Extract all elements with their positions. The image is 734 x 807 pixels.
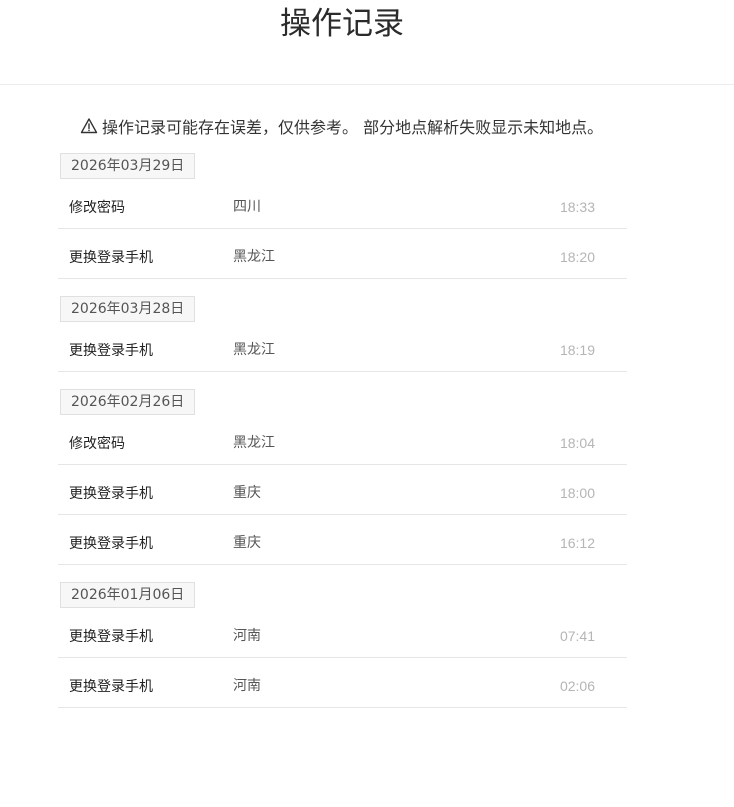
record-action: 更换登录手机 bbox=[69, 250, 153, 266]
record-row: 修改密码 黑龙江 18:04 bbox=[58, 415, 627, 465]
record-row: 更换登录手机 重庆 16:12 bbox=[58, 515, 627, 565]
record-location: 河南 bbox=[233, 678, 261, 694]
page-title: 操作记录 bbox=[280, 6, 404, 42]
date-group: 2026年02月26日 修改密码 黑龙江 18:04 更换登录手机 重庆 18:… bbox=[58, 389, 627, 565]
record-row: 更换登录手机 黑龙江 18:19 bbox=[58, 322, 627, 372]
date-badge: 2026年03月28日 bbox=[60, 296, 196, 322]
record-row: 更换登录手机 黑龙江 18:20 bbox=[58, 229, 627, 279]
record-action: 更换登录手机 bbox=[69, 486, 153, 502]
record-action: 更换登录手机 bbox=[69, 679, 153, 695]
date-group: 2026年03月28日 更换登录手机 黑龙江 18:19 bbox=[58, 296, 627, 372]
record-row: 修改密码 四川 18:33 bbox=[58, 179, 627, 229]
header-divider bbox=[0, 84, 734, 85]
date-group: 2026年03月29日 修改密码 四川 18:33 更换登录手机 黑龙江 18:… bbox=[58, 153, 627, 279]
notice-banner: 操作记录可能存在误差，仅供参考。 部分地点解析失败显示未知地点。 bbox=[80, 114, 603, 138]
warning-icon bbox=[80, 118, 98, 134]
record-row: 更换登录手机 重庆 18:00 bbox=[58, 465, 627, 515]
record-location: 黑龙江 bbox=[233, 342, 275, 358]
record-action: 更换登录手机 bbox=[69, 629, 153, 645]
record-location: 重庆 bbox=[233, 485, 261, 501]
record-time: 16:12 bbox=[559, 535, 595, 551]
notice-text: 操作记录可能存在误差，仅供参考。 部分地点解析失败显示未知地点。 bbox=[102, 118, 604, 137]
record-time: 02:06 bbox=[559, 678, 595, 694]
record-action: 修改密码 bbox=[69, 436, 125, 452]
record-time: 18:04 bbox=[559, 435, 595, 451]
record-row: 更换登录手机 河南 02:06 bbox=[58, 658, 627, 708]
date-badge: 2026年03月29日 bbox=[60, 153, 196, 179]
date-badge: 2026年02月26日 bbox=[60, 389, 196, 415]
record-action: 修改密码 bbox=[69, 200, 125, 216]
record-time: 18:00 bbox=[559, 485, 595, 501]
record-row: 更换登录手机 河南 07:41 bbox=[58, 608, 627, 658]
record-time: 18:19 bbox=[559, 342, 595, 358]
record-time: 18:33 bbox=[559, 199, 595, 215]
record-action: 更换登录手机 bbox=[69, 536, 153, 552]
record-time: 18:20 bbox=[559, 249, 595, 265]
record-time: 07:41 bbox=[559, 628, 595, 644]
record-action: 更换登录手机 bbox=[69, 343, 153, 359]
date-badge: 2026年01月06日 bbox=[60, 582, 196, 608]
record-location: 重庆 bbox=[233, 535, 261, 551]
date-group: 2026年01月06日 更换登录手机 河南 07:41 更换登录手机 河南 02… bbox=[58, 582, 627, 708]
record-location: 黑龙江 bbox=[233, 435, 275, 451]
record-location: 河南 bbox=[233, 628, 261, 644]
record-location: 四川 bbox=[233, 199, 261, 215]
record-list: 2026年03月29日 修改密码 四川 18:33 更换登录手机 黑龙江 18:… bbox=[58, 153, 627, 708]
record-location: 黑龙江 bbox=[233, 249, 275, 265]
